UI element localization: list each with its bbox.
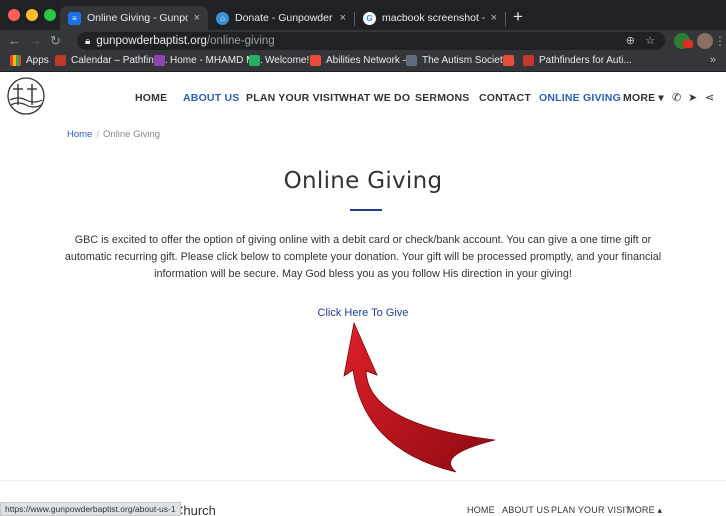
footer-nav-about-us[interactable]: ABOUT US [502, 505, 549, 515]
bookmark-label: Pathfinders for Auti... [539, 55, 632, 66]
title-underline [350, 209, 382, 211]
bookmark-apps[interactable]: Apps [10, 55, 49, 66]
footer-nav-home[interactable]: HOME [467, 505, 495, 515]
breadcrumb-current: Online Giving [102, 129, 161, 140]
bookmark-abilities-network[interactable]: Abilities Network –... [310, 55, 417, 66]
document-icon: ≡ [68, 11, 81, 25]
site-header: HOME ABOUT US PLAN YOUR VISIT WHAT WE DO… [0, 72, 726, 122]
back-arrow-icon[interactable]: ← [8, 32, 21, 50]
tab-title: Donate - Gunpowder Baptist Ch [235, 12, 334, 24]
reload-icon[interactable]: ↻ [50, 32, 61, 50]
url-path: /online-giving [206, 35, 275, 47]
browser-toolbar: ← → ↻ 🔒︎ gunpowderbaptist.org/online-giv… [0, 30, 726, 52]
send-icon[interactable]: ➤ [688, 91, 697, 104]
bookmark-mhamd[interactable]: Home - MHAMD M... [154, 55, 263, 66]
breadcrumb: Home / Online Giving [67, 129, 160, 140]
red-arrow-icon [343, 321, 496, 473]
zoom-icon[interactable]: ⊕ [626, 32, 635, 50]
browser-tab-online-giving[interactable]: ≡ Online Giving - Gunpowder Bapti × [60, 6, 208, 30]
google-icon: G [363, 11, 376, 25]
nav-online-giving[interactable]: ONLINE GIVING [539, 92, 621, 104]
profile-avatar[interactable] [697, 33, 713, 49]
apps-grid-icon [10, 55, 21, 66]
footer-divider [0, 480, 726, 481]
bookmark-label: Welcome! [265, 55, 310, 66]
mhamd-icon [154, 55, 165, 66]
breadcrumb-separator: / [96, 129, 99, 140]
nav-what-we-do[interactable]: WHAT WE DO [339, 92, 410, 104]
page-title: Online Giving [283, 168, 443, 194]
bookmark-autism-society[interactable]: The Autism Society... [406, 55, 515, 66]
pathfinders-icon [523, 55, 534, 66]
pathfinders-icon [55, 55, 66, 66]
url-host: gunpowderbaptist.org [96, 35, 207, 47]
abilities-network-icon [310, 55, 321, 66]
nav-plan-your-visit[interactable]: PLAN YOUR VISIT [246, 92, 340, 104]
bookmark-calendar[interactable]: Calendar – Pathfind... [55, 55, 168, 66]
bookmarks-bar: Apps Calendar – Pathfind... Home - MHAMD… [0, 52, 726, 72]
close-tab-icon[interactable]: × [194, 12, 200, 24]
bookmark-label: The Autism Society... [422, 55, 516, 66]
click-here-to-give-link[interactable]: Click Here To Give [318, 307, 409, 319]
bookmark-pathfinders[interactable]: Pathfinders for Auti... [523, 55, 632, 66]
bookmark-label: Apps [26, 55, 49, 66]
welcome-icon [249, 55, 260, 66]
browser-tab-strip: ≡ Online Giving - Gunpowder Bapti × ⌂ Do… [0, 0, 726, 30]
nav-home[interactable]: HOME [135, 92, 167, 104]
bookmark-star-icon[interactable]: ☆ [645, 32, 655, 50]
intro-paragraph: GBC is excited to offer the option of gi… [64, 234, 662, 280]
footer-nav-more[interactable]: MORE ▴ [627, 505, 662, 516]
k-icon [503, 55, 514, 66]
nav-contact[interactable]: CONTACT [479, 92, 531, 104]
nav-more[interactable]: MORE ▾ [623, 92, 664, 104]
menu-dots-icon[interactable]: ⋮ [714, 32, 726, 50]
close-tab-icon[interactable]: × [491, 12, 497, 24]
footer-nav-plan-your-visit[interactable]: PLAN YOUR VISIT [551, 505, 631, 515]
browser-tab-google-search[interactable]: G macbook screenshot - Google S × [355, 6, 505, 30]
nav-sermons[interactable]: SERMONS [415, 92, 470, 104]
lock-icon: 🔒︎ [85, 35, 91, 47]
tab-title: Online Giving - Gunpowder Bapti [87, 12, 188, 24]
give-link-row: Click Here To Give [0, 307, 726, 319]
address-bar[interactable]: 🔒︎ gunpowderbaptist.org/online-giving ⊕ … [77, 32, 665, 50]
notification-badge [683, 40, 693, 48]
share-icon[interactable]: ⋖ [705, 91, 714, 104]
status-bar-url: https://www.gunpowderbaptist.org/about-u… [0, 502, 181, 516]
nav-about-us[interactable]: ABOUT US [183, 92, 239, 104]
maximize-window-button[interactable] [44, 9, 56, 21]
bookmark-welcome[interactable]: Welcome! [249, 55, 309, 66]
autism-society-icon [406, 55, 417, 66]
bookmarks-overflow-icon[interactable]: » [710, 54, 716, 66]
phone-icon[interactable]: ✆ [672, 91, 681, 104]
tab-title: macbook screenshot - Google S [382, 12, 485, 24]
site-favicon-icon: ⌂ [216, 11, 229, 25]
close-window-button[interactable] [8, 9, 20, 21]
bookmark-k[interactable] [503, 55, 519, 66]
new-tab-button[interactable]: + [513, 7, 523, 27]
minimize-window-button[interactable] [26, 9, 38, 21]
bookmark-label: Abilities Network –... [326, 55, 417, 66]
close-tab-icon[interactable]: × [340, 12, 346, 24]
tab-divider [505, 12, 506, 26]
breadcrumb-home[interactable]: Home [67, 129, 92, 140]
browser-tab-donate[interactable]: ⌂ Donate - Gunpowder Baptist Ch × [208, 6, 354, 30]
church-logo-icon[interactable] [6, 76, 46, 121]
forward-arrow-icon[interactable]: → [29, 32, 42, 50]
